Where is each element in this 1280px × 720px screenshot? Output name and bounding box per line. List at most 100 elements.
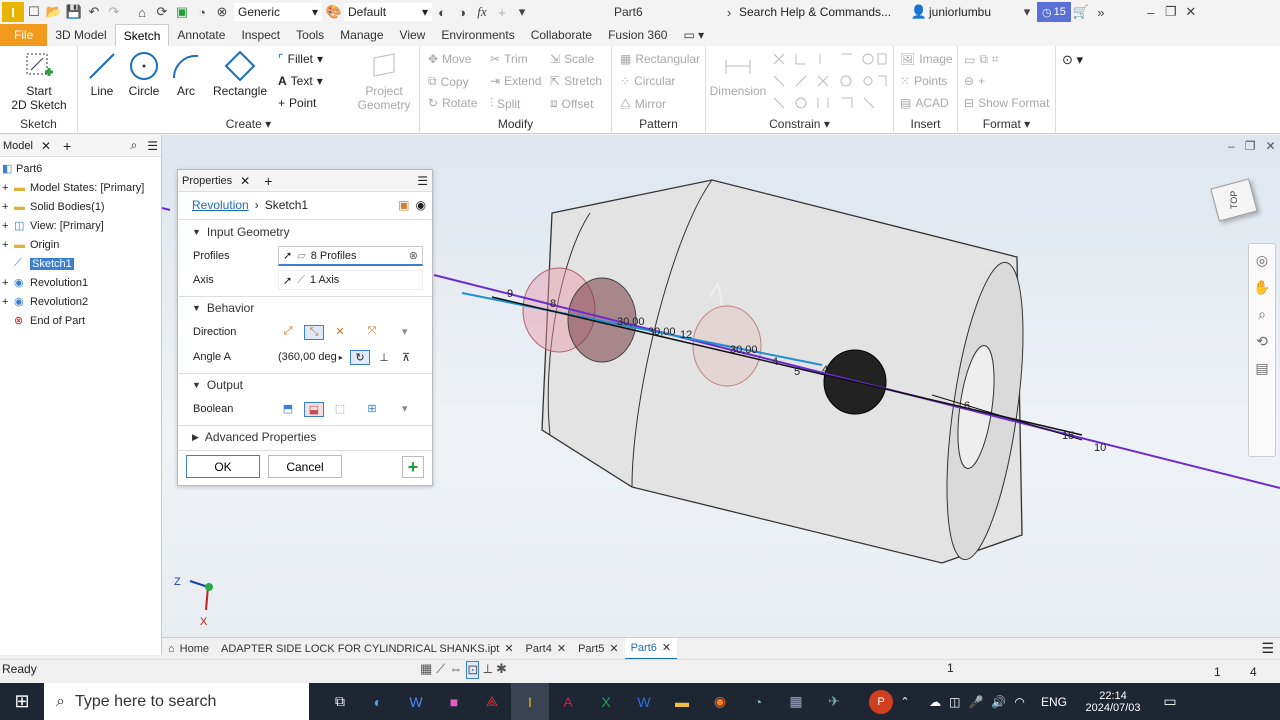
driven-dimension-icon[interactable]: ⊖ [964,74,974,88]
between-icon[interactable]: ⊼ [396,351,416,364]
close-icon[interactable]: ✕ [1181,2,1201,22]
more-icon[interactable]: » [1091,2,1111,22]
stretch-button[interactable]: ⇱ Stretch [550,74,602,88]
copy-button[interactable]: ⧉ Copy [428,74,469,89]
tab-environments[interactable]: Environments [433,24,522,46]
cancel-button[interactable]: Cancel [268,455,342,478]
tab-fusion-360[interactable]: Fusion 360 [600,24,675,46]
material-dropdown[interactable]: Generic ▾ [234,3,322,21]
join-icon[interactable]: ⬒ [278,402,298,417]
edge-icon[interactable]: ◐ [359,683,397,720]
doc-tab-adapter[interactable]: ADAPTER SIDE LOCK FOR CYLINDRICAL SHANKS… [215,638,520,660]
properties-title[interactable]: Properties [182,175,232,187]
chevron-down-icon[interactable]: ▾ [402,402,408,417]
volume-icon[interactable]: 🔊 [991,695,1006,709]
acrobat-icon[interactable]: ⟁ [473,683,511,720]
offset-button[interactable]: ⧈ Offset [550,96,593,111]
select-icon[interactable]: ▣ [172,2,192,22]
section-advanced-properties[interactable]: ▶ Advanced Properties [192,430,316,444]
game-icon[interactable]: ✈ [815,683,853,720]
breadcrumb-sketch[interactable]: Sketch1 [265,198,308,212]
file-explorer-icon[interactable]: ▬ [663,683,701,720]
split-button[interactable]: ⫶ Split [490,96,520,111]
inventor-taskbar-icon[interactable]: I [511,683,549,720]
notification-badge[interactable]: ◷ 15 [1037,2,1071,22]
inference-icon[interactable]: ⟂ [483,661,492,679]
cloud-icon[interactable]: ☁ [929,695,941,709]
angle-input[interactable]: (360,00 deg ▸ [278,351,348,363]
start-2d-sketch-button[interactable]: Start 2D Sketch [6,50,72,112]
wps-icon[interactable]: W [397,683,435,720]
close-icon[interactable]: ✕ [1265,139,1275,153]
chevron-down-icon[interactable]: ▾ [402,325,408,340]
direction-asymmetric-icon[interactable]: ⤧ [362,325,382,340]
mirror-button[interactable]: ⧋ Mirror [620,96,666,111]
firefox-icon[interactable]: ◉ [701,683,739,720]
doc-tab-part4[interactable]: Part4 ✕ [520,638,573,660]
tree-item-revolution2[interactable]: + ◉ Revolution2 [2,292,159,311]
tree-item-model-states[interactable]: + ▬ Model States: [Primary] [2,178,159,197]
line-button[interactable]: Line [82,50,122,98]
tab-3d-model[interactable]: 3D Model [47,24,114,46]
menu-icon[interactable]: ☰ [147,139,158,153]
minimize-icon[interactable]: – [1228,139,1235,153]
dimension-display-icon[interactable]: ⇔ [449,661,462,679]
expand-icon[interactable]: + [2,201,14,213]
clock[interactable]: 22:14 2024/07/03 [1081,690,1145,714]
tab-collaborate[interactable]: Collaborate [523,24,600,46]
appearance-icon[interactable]: 🎨 [324,2,344,22]
section-behavior[interactable]: ▼ Behavior [192,301,254,315]
sketch-tools-icon[interactable]: ⟋ [436,661,445,679]
zoom-icon[interactable]: ⌕ [1258,306,1266,323]
trim-button[interactable]: ✂ Trim [490,52,528,66]
new-file-icon[interactable]: ☐ [24,2,44,22]
show-format-button[interactable]: ⊟ Show Format [964,96,1049,110]
material-icon[interactable]: ◔ [192,2,212,22]
expand-icon[interactable]: + [2,220,14,232]
text-button[interactable]: A Text ▾ [278,74,323,88]
construction-icon[interactable]: ▭ [964,53,975,67]
wifi-icon[interactable]: ◠ [1014,695,1024,709]
center-point-icon[interactable]: ⌗ [992,52,999,67]
clear-icon[interactable]: ⊗ [409,249,418,262]
doc-tab-part6[interactable]: Part6 ✕ [624,637,678,660]
breadcrumb-feature[interactable]: Revolution [192,198,249,212]
customize-icon[interactable]: ▾ [512,2,532,22]
expand-icon[interactable]: + [2,296,14,308]
rectangle-button[interactable]: Rectangle [210,50,270,98]
user-icon[interactable]: 👤 [909,2,929,22]
notifications-icon[interactable]: ▭ [1151,683,1189,720]
arc-button[interactable]: Arc [168,50,204,98]
help-search-input[interactable]: Search Help & Commands... [739,5,909,19]
tree-item-revolution1[interactable]: + ◉ Revolution1 [2,273,159,292]
close-icon[interactable]: ✕ [662,641,671,654]
chevron-down-icon[interactable]: ▾ [1017,2,1037,22]
expand-arrow-icon[interactable]: › [719,2,739,22]
clear-icon[interactable]: ◑ [452,2,472,22]
orbit-icon[interactable]: ⟲ [1256,333,1268,350]
menu-icon[interactable]: ☰ [417,174,428,188]
tree-item-origin[interactable]: + ▬ Origin [2,235,159,254]
expand-icon[interactable]: + [2,239,14,251]
camera-icon[interactable]: ◫ [949,695,960,709]
direction-flipped-icon[interactable]: ⤡ [304,324,324,340]
close-icon[interactable]: ✕ [609,642,618,655]
language-indicator[interactable]: ENG [1041,695,1067,709]
preset-icon[interactable]: ▣ [398,198,409,212]
close-icon[interactable]: ✕ [41,139,51,153]
direction-default-icon[interactable]: ⤢ [278,325,298,340]
constraint-display-icon[interactable]: ⊡ [466,661,480,679]
home-icon[interactable]: ⌂ [132,2,152,22]
grid-snap-icon[interactable]: ▦ [420,661,432,679]
ok-button[interactable]: OK [186,455,260,478]
excel-icon[interactable]: X [587,683,625,720]
calculator-icon[interactable]: ▦ [777,683,815,720]
minimize-icon[interactable]: – [1141,2,1161,22]
point-button[interactable]: + Point [278,96,316,110]
intersect-icon[interactable]: ⬚ [330,402,350,417]
tab-options-icon[interactable]: ▭ ▾ [675,24,712,46]
task-view-icon[interactable]: ⧉ [321,683,359,720]
pan-icon[interactable]: ✋ [1253,279,1270,296]
restore-icon[interactable]: ❐ [1161,2,1181,22]
axis-selector[interactable]: ➚ ⟋ 1 Axis [278,270,423,290]
